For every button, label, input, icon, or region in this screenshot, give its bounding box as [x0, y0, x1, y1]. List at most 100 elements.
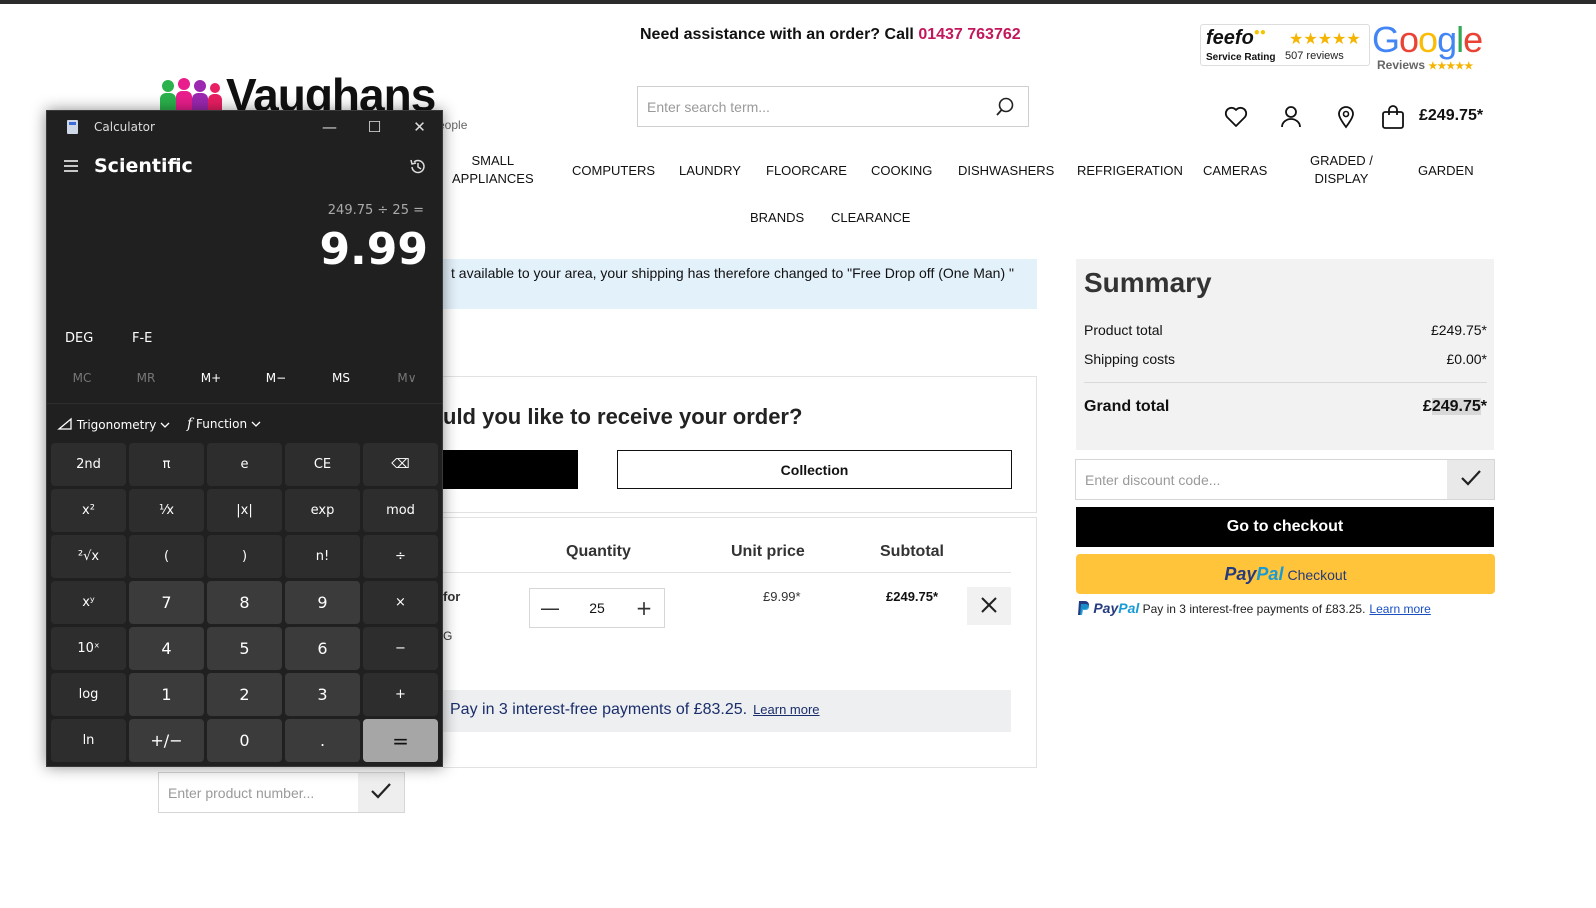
memory-list-button[interactable]: M∨ [377, 366, 437, 390]
fixed-exponent-button[interactable]: F-E [132, 325, 152, 351]
collection-option-button[interactable]: Collection [617, 450, 1012, 489]
feefo-review-count: 507 reviews [1285, 50, 1344, 62]
paylater-learn-more-link[interactable]: Learn more [753, 702, 819, 717]
discount-code-input[interactable] [1076, 460, 1436, 499]
nav-brands[interactable]: BRANDS [750, 209, 804, 227]
key-close-paren[interactable]: ) [207, 535, 282, 578]
maximize-button[interactable]: ☐ [352, 111, 397, 143]
memory-subtract-button[interactable]: M− [246, 366, 306, 390]
key-1[interactable]: 1 [129, 673, 204, 716]
key-open-paren[interactable]: ( [129, 535, 204, 578]
go-to-checkout-button[interactable]: Go to checkout [1076, 507, 1494, 547]
memory-store-button[interactable]: MS [311, 366, 371, 390]
key-square-root[interactable]: ²√x [51, 535, 126, 578]
quantity-decrease-button[interactable]: — [530, 589, 570, 627]
wishlist-heart-icon[interactable] [1223, 104, 1249, 130]
nav-cameras[interactable]: CAMERAS [1203, 162, 1267, 180]
remove-item-button[interactable] [967, 587, 1011, 625]
key-add[interactable]: + [363, 673, 438, 716]
nav-refrigeration[interactable]: REFRIGERATION [1077, 162, 1183, 180]
key-backspace[interactable]: ⌫ [363, 443, 438, 486]
key-square[interactable]: x² [51, 489, 126, 532]
grand-total-row: Grand total £249.75* [1084, 398, 1487, 415]
function-dropdown[interactable]: f Function [187, 413, 261, 435]
nav-garden[interactable]: GARDEN [1418, 162, 1474, 180]
memory-recall-button[interactable]: MR [116, 366, 176, 390]
key-4[interactable]: 4 [129, 627, 204, 670]
delivery-option-button[interactable] [443, 450, 578, 489]
angle-unit-button[interactable]: DEG [65, 325, 93, 351]
key-6[interactable]: 6 [285, 627, 360, 670]
key-7[interactable]: 7 [129, 581, 204, 624]
trigonometry-dropdown[interactable]: Trigonometry [57, 413, 170, 435]
google-reviews-badge[interactable]: Google Reviews ★★★★★ [1372, 18, 1492, 74]
paypal-paylater-message: PayPal Pay in 3 interest-free payments o… [1076, 600, 1431, 616]
key-mod[interactable]: mod [363, 489, 438, 532]
nav-graded-display[interactable]: GRADED / DISPLAY [1310, 152, 1373, 188]
discount-submit-button[interactable] [1447, 460, 1494, 499]
account-user-icon[interactable] [1278, 104, 1304, 130]
key-multiply[interactable]: × [363, 581, 438, 624]
cart-card: Quantity Unit price Subtotal for G — 25 … [443, 517, 1037, 768]
phone-number[interactable]: 01437 763762 [918, 26, 1020, 43]
product-number-submit-button[interactable] [358, 773, 404, 812]
key-pi[interactable]: π [129, 443, 204, 486]
product-number-form [158, 772, 405, 813]
feefo-badge[interactable]: feefo●● Service Rating ★★★★★ 507 reviews [1200, 24, 1370, 66]
navigation-menu-button[interactable] [61, 157, 81, 177]
paypal-checkout-button[interactable]: PayPal Checkout [1076, 554, 1495, 594]
nav-cooking[interactable]: COOKING [871, 162, 932, 180]
key-equals[interactable]: = [363, 719, 438, 762]
memory-add-button[interactable]: M+ [181, 366, 241, 390]
nav-floorcare[interactable]: FLOORCARE [766, 162, 847, 180]
delivery-method-card: uld you like to receive your order? Coll… [443, 376, 1037, 513]
history-button[interactable] [405, 155, 431, 181]
key-3[interactable]: 3 [285, 673, 360, 716]
key-absolute[interactable]: |x| [207, 489, 282, 532]
minimize-button[interactable]: — [307, 111, 352, 143]
cart-divider [443, 572, 1011, 573]
key-9[interactable]: 9 [285, 581, 360, 624]
key-log[interactable]: log [51, 673, 126, 716]
store-locator-pin-icon[interactable] [1333, 104, 1359, 130]
browser-top-bar [0, 0, 1596, 4]
key-decimal[interactable]: . [285, 719, 360, 762]
key-divide[interactable]: ÷ [363, 535, 438, 578]
history-icon [410, 159, 425, 173]
nav-clearance[interactable]: CLEARANCE [831, 209, 910, 227]
nav-computers[interactable]: COMPUTERS [572, 162, 655, 180]
search-icon[interactable] [994, 96, 1016, 118]
shipping-costs-value: £0.00* [1446, 351, 1487, 367]
key-subtract[interactable]: − [363, 627, 438, 670]
calculator-title-bar[interactable]: Calculator — ☐ ✕ [47, 111, 442, 143]
key-exp[interactable]: exp [285, 489, 360, 532]
calculator-separator [47, 403, 442, 404]
product-number-input[interactable] [159, 773, 359, 812]
key-5[interactable]: 5 [207, 627, 282, 670]
nav-dishwashers[interactable]: DISHWASHERS [958, 162, 1054, 180]
key-ten-power[interactable]: 10ˣ [51, 627, 126, 670]
assistance-label: Need assistance with an order? Call [640, 26, 919, 43]
search-input[interactable] [638, 87, 978, 126]
key-clear-entry[interactable]: CE [285, 443, 360, 486]
key-8[interactable]: 8 [207, 581, 282, 624]
paypal-learn-more-link[interactable]: Learn more [1369, 602, 1430, 616]
key-second[interactable]: 2nd [51, 443, 126, 486]
calculator-window[interactable]: Calculator — ☐ ✕ Scientific 249.75 ÷ 25 … [46, 110, 443, 767]
quantity-increase-button[interactable]: + [624, 589, 664, 627]
key-e[interactable]: e [207, 443, 282, 486]
basket-bag-icon[interactable] [1380, 104, 1406, 130]
key-factorial[interactable]: n! [285, 535, 360, 578]
quantity-value[interactable]: 25 [570, 600, 624, 616]
key-power[interactable]: xʸ [51, 581, 126, 624]
close-window-button[interactable]: ✕ [397, 111, 442, 143]
nav-small-appliances[interactable]: SMALL APPLIANCES [452, 152, 534, 188]
key-0[interactable]: 0 [207, 719, 282, 762]
key-reciprocal[interactable]: ¹⁄x [129, 489, 204, 532]
memory-clear-button[interactable]: MC [52, 366, 112, 390]
basket-total[interactable]: £249.75* [1419, 107, 1483, 125]
key-ln[interactable]: ln [51, 719, 126, 762]
key-2[interactable]: 2 [207, 673, 282, 716]
key-negate[interactable]: +/− [129, 719, 204, 762]
nav-laundry[interactable]: LAUNDRY [679, 162, 741, 180]
